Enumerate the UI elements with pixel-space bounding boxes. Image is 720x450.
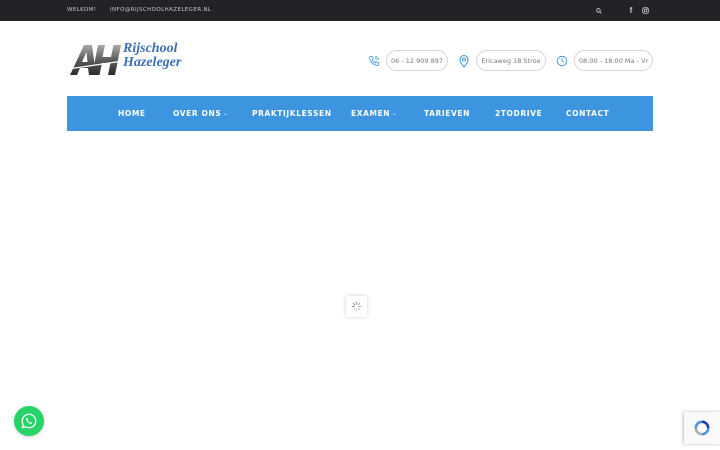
logo-line-1: Rijschool <box>123 41 178 56</box>
search-icon[interactable] <box>595 0 603 21</box>
loading-spinner <box>346 296 367 317</box>
nav-item-over-ons[interactable]: OVER ONS ⌄ <box>173 96 228 133</box>
nav-item-contact[interactable]: CONTACT <box>566 96 609 131</box>
email-link[interactable]: INFO@RIJSCHOOLHAZELEGER.NL <box>110 0 211 21</box>
nav-item-examen[interactable]: EXAMEN ⌄ <box>351 96 397 133</box>
whatsapp-icon <box>21 413 37 429</box>
nav-item-praktijklessen[interactable]: PRAKTIJKLESSEN <box>252 96 332 131</box>
logo-wordmark[interactable]: Rijschool Hazeleger <box>123 42 181 70</box>
clock-icon <box>555 53 569 69</box>
address[interactable]: Ericaweg 18 Stroe <box>476 50 546 71</box>
main-navigation: HOME OVER ONS ⌄ PRAKTIJKLESSEN EXAMEN ⌄ TA… <box>67 96 653 131</box>
logo-line-2: Hazeleger <box>123 55 182 70</box>
nav-item-2todrive[interactable]: 2TODRIVE <box>495 96 542 131</box>
whatsapp-chat-button[interactable] <box>14 406 44 436</box>
nav-item-tarieven[interactable]: TARIEVEN <box>424 96 470 131</box>
recaptcha-icon <box>694 420 710 436</box>
phone-number[interactable]: 06 - 12 909 897 <box>386 50 448 71</box>
location-pin-icon <box>457 53 471 69</box>
welcome-text: WELKOM! <box>67 7 97 13</box>
facebook-icon[interactable]: f <box>627 0 635 21</box>
opening-hours: 08:00 - 18:00 Ma - Vr <box>574 50 653 71</box>
recaptcha-badge[interactable] <box>684 412 720 444</box>
ah-logo-mark <box>67 45 124 75</box>
phone-icon <box>367 53 381 69</box>
instagram-icon[interactable] <box>641 0 650 21</box>
nav-item-home[interactable]: HOME <box>118 96 146 131</box>
top-bar: WELKOM! INFO@RIJSCHOOLHAZELEGER.NL f <box>0 0 720 21</box>
chevron-down-icon: ⌄ <box>392 111 397 117</box>
chevron-down-icon: ⌄ <box>223 111 229 117</box>
spinner-icon <box>351 301 362 312</box>
